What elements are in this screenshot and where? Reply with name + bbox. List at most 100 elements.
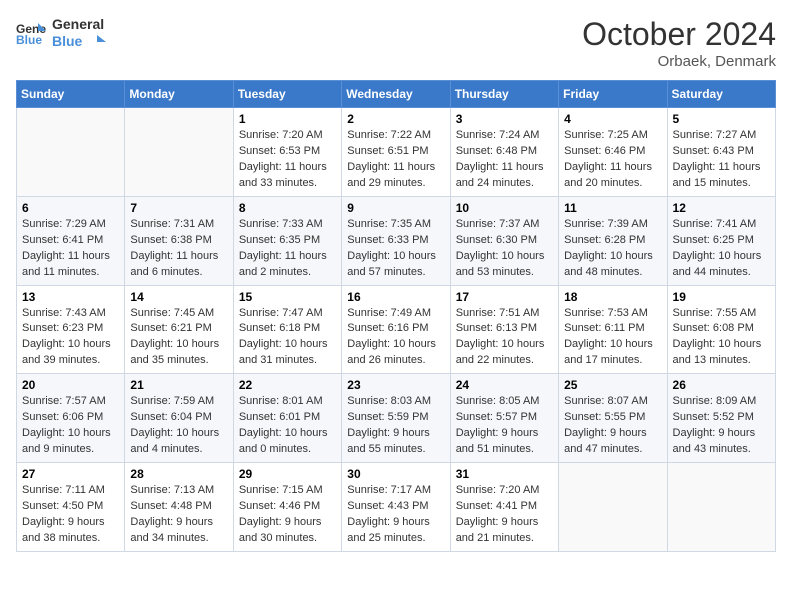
- day-number: 22: [239, 378, 336, 392]
- daylight-text: Daylight: 11 hours and 33 minutes.: [239, 160, 336, 192]
- sunset-text: Sunset: 4:43 PM: [347, 499, 444, 515]
- sunset-text: Sunset: 6:21 PM: [130, 321, 227, 337]
- calendar-week-row: 20 Sunrise: 7:57 AM Sunset: 6:06 PM Dayl…: [17, 374, 776, 463]
- calendar-cell: 10 Sunrise: 7:37 AM Sunset: 6:30 PM Dayl…: [450, 196, 558, 285]
- sunset-text: Sunset: 4:41 PM: [456, 499, 553, 515]
- sunrise-text: Sunrise: 8:05 AM: [456, 394, 553, 410]
- sunrise-text: Sunrise: 7:31 AM: [130, 217, 227, 233]
- sunset-text: Sunset: 6:53 PM: [239, 144, 336, 160]
- day-number: 1: [239, 112, 336, 126]
- day-content: Sunrise: 7:20 AM Sunset: 4:41 PM Dayligh…: [456, 483, 553, 547]
- sunset-text: Sunset: 6:41 PM: [22, 233, 119, 249]
- sunrise-text: Sunrise: 7:55 AM: [673, 306, 770, 322]
- day-number: 25: [564, 378, 661, 392]
- sunset-text: Sunset: 5:57 PM: [456, 410, 553, 426]
- svg-text:Blue: Blue: [16, 33, 42, 45]
- sunset-text: Sunset: 6:46 PM: [564, 144, 661, 160]
- day-number: 17: [456, 290, 553, 304]
- calendar-cell: 19 Sunrise: 7:55 AM Sunset: 6:08 PM Dayl…: [667, 285, 775, 374]
- calendar-cell: 20 Sunrise: 7:57 AM Sunset: 6:06 PM Dayl…: [17, 374, 125, 463]
- weekday-header: Saturday: [667, 81, 775, 108]
- day-number: 23: [347, 378, 444, 392]
- calendar-cell: 1 Sunrise: 7:20 AM Sunset: 6:53 PM Dayli…: [233, 108, 341, 197]
- day-content: Sunrise: 7:13 AM Sunset: 4:48 PM Dayligh…: [130, 483, 227, 547]
- daylight-text: Daylight: 10 hours and 26 minutes.: [347, 337, 444, 369]
- day-content: Sunrise: 7:53 AM Sunset: 6:11 PM Dayligh…: [564, 306, 661, 370]
- day-content: Sunrise: 8:09 AM Sunset: 5:52 PM Dayligh…: [673, 394, 770, 458]
- day-number: 14: [130, 290, 227, 304]
- day-number: 13: [22, 290, 119, 304]
- daylight-text: Daylight: 9 hours and 38 minutes.: [22, 515, 119, 547]
- sunset-text: Sunset: 6:25 PM: [673, 233, 770, 249]
- sunset-text: Sunset: 6:11 PM: [564, 321, 661, 337]
- daylight-text: Daylight: 10 hours and 13 minutes.: [673, 337, 770, 369]
- calendar-cell: 31 Sunrise: 7:20 AM Sunset: 4:41 PM Dayl…: [450, 463, 558, 552]
- sunrise-text: Sunrise: 7:41 AM: [673, 217, 770, 233]
- sunrise-text: Sunrise: 7:45 AM: [130, 306, 227, 322]
- weekday-header: Tuesday: [233, 81, 341, 108]
- daylight-text: Daylight: 10 hours and 31 minutes.: [239, 337, 336, 369]
- daylight-text: Daylight: 10 hours and 9 minutes.: [22, 426, 119, 458]
- calendar-week-row: 13 Sunrise: 7:43 AM Sunset: 6:23 PM Dayl…: [17, 285, 776, 374]
- calendar-cell: 15 Sunrise: 7:47 AM Sunset: 6:18 PM Dayl…: [233, 285, 341, 374]
- sunset-text: Sunset: 6:18 PM: [239, 321, 336, 337]
- sunrise-text: Sunrise: 8:01 AM: [239, 394, 336, 410]
- daylight-text: Daylight: 11 hours and 20 minutes.: [564, 160, 661, 192]
- daylight-text: Daylight: 9 hours and 51 minutes.: [456, 426, 553, 458]
- day-content: Sunrise: 7:37 AM Sunset: 6:30 PM Dayligh…: [456, 217, 553, 281]
- day-number: 12: [673, 201, 770, 215]
- sunrise-text: Sunrise: 7:49 AM: [347, 306, 444, 322]
- calendar-cell: 5 Sunrise: 7:27 AM Sunset: 6:43 PM Dayli…: [667, 108, 775, 197]
- daylight-text: Daylight: 9 hours and 55 minutes.: [347, 426, 444, 458]
- calendar-cell: [559, 463, 667, 552]
- sunset-text: Sunset: 6:51 PM: [347, 144, 444, 160]
- sunrise-text: Sunrise: 7:37 AM: [456, 217, 553, 233]
- daylight-text: Daylight: 9 hours and 43 minutes.: [673, 426, 770, 458]
- sunrise-text: Sunrise: 7:22 AM: [347, 128, 444, 144]
- day-content: Sunrise: 8:03 AM Sunset: 5:59 PM Dayligh…: [347, 394, 444, 458]
- day-content: Sunrise: 7:55 AM Sunset: 6:08 PM Dayligh…: [673, 306, 770, 370]
- day-number: 16: [347, 290, 444, 304]
- sunrise-text: Sunrise: 7:25 AM: [564, 128, 661, 144]
- calendar-cell: 29 Sunrise: 7:15 AM Sunset: 4:46 PM Dayl…: [233, 463, 341, 552]
- day-number: 11: [564, 201, 661, 215]
- daylight-text: Daylight: 11 hours and 29 minutes.: [347, 160, 444, 192]
- calendar-cell: 17 Sunrise: 7:51 AM Sunset: 6:13 PM Dayl…: [450, 285, 558, 374]
- sunrise-text: Sunrise: 7:17 AM: [347, 483, 444, 499]
- sunset-text: Sunset: 6:35 PM: [239, 233, 336, 249]
- sunrise-text: Sunrise: 7:59 AM: [130, 394, 227, 410]
- day-content: Sunrise: 7:49 AM Sunset: 6:16 PM Dayligh…: [347, 306, 444, 370]
- sunrise-text: Sunrise: 7:51 AM: [456, 306, 553, 322]
- sunrise-text: Sunrise: 7:39 AM: [564, 217, 661, 233]
- daylight-text: Daylight: 10 hours and 44 minutes.: [673, 249, 770, 281]
- calendar-cell: 16 Sunrise: 7:49 AM Sunset: 6:16 PM Dayl…: [342, 285, 450, 374]
- sunrise-text: Sunrise: 7:27 AM: [673, 128, 770, 144]
- sunrise-text: Sunrise: 7:11 AM: [22, 483, 119, 499]
- sunset-text: Sunset: 4:48 PM: [130, 499, 227, 515]
- calendar-cell: 26 Sunrise: 8:09 AM Sunset: 5:52 PM Dayl…: [667, 374, 775, 463]
- day-content: Sunrise: 7:45 AM Sunset: 6:21 PM Dayligh…: [130, 306, 227, 370]
- day-content: Sunrise: 7:31 AM Sunset: 6:38 PM Dayligh…: [130, 217, 227, 281]
- calendar-cell: 2 Sunrise: 7:22 AM Sunset: 6:51 PM Dayli…: [342, 108, 450, 197]
- sunset-text: Sunset: 6:01 PM: [239, 410, 336, 426]
- sunrise-text: Sunrise: 7:43 AM: [22, 306, 119, 322]
- calendar-cell: 3 Sunrise: 7:24 AM Sunset: 6:48 PM Dayli…: [450, 108, 558, 197]
- calendar-cell: 13 Sunrise: 7:43 AM Sunset: 6:23 PM Dayl…: [17, 285, 125, 374]
- sunset-text: Sunset: 6:16 PM: [347, 321, 444, 337]
- daylight-text: Daylight: 9 hours and 47 minutes.: [564, 426, 661, 458]
- daylight-text: Daylight: 10 hours and 17 minutes.: [564, 337, 661, 369]
- day-content: Sunrise: 7:27 AM Sunset: 6:43 PM Dayligh…: [673, 128, 770, 192]
- daylight-text: Daylight: 10 hours and 35 minutes.: [130, 337, 227, 369]
- sunset-text: Sunset: 5:59 PM: [347, 410, 444, 426]
- sunset-text: Sunset: 6:38 PM: [130, 233, 227, 249]
- weekday-header: Thursday: [450, 81, 558, 108]
- day-number: 15: [239, 290, 336, 304]
- sunset-text: Sunset: 4:46 PM: [239, 499, 336, 515]
- day-content: Sunrise: 7:35 AM Sunset: 6:33 PM Dayligh…: [347, 217, 444, 281]
- calendar-cell: [125, 108, 233, 197]
- month-title: October 2024: [582, 16, 776, 53]
- sunrise-text: Sunrise: 8:09 AM: [673, 394, 770, 410]
- logo-general: General: [52, 16, 106, 33]
- day-content: Sunrise: 8:01 AM Sunset: 6:01 PM Dayligh…: [239, 394, 336, 458]
- calendar-cell: 25 Sunrise: 8:07 AM Sunset: 5:55 PM Dayl…: [559, 374, 667, 463]
